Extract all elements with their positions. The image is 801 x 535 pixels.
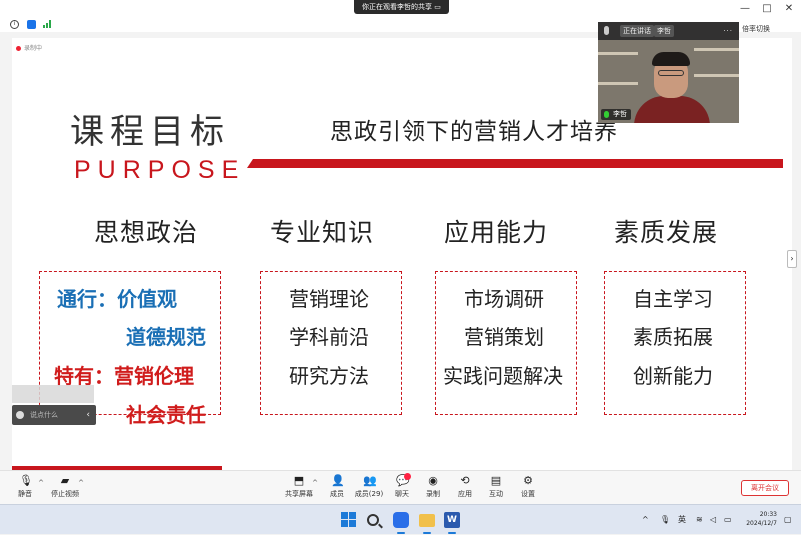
network-signal-icon[interactable] [43, 20, 51, 28]
chat-message-panel [12, 385, 94, 403]
camera-icon: ▰ [60, 474, 70, 487]
list-item: 市场调研 [464, 287, 544, 311]
file-explorer-icon[interactable] [419, 514, 435, 527]
emoji-icon[interactable] [16, 411, 24, 419]
speaking-status-button[interactable]: 正在讲话 [620, 25, 654, 37]
apps-button[interactable]: ⟲ 应用 [448, 475, 482, 499]
list-item: 通行：价值观 [57, 287, 177, 311]
speaker-icon[interactable]: ◁ [710, 505, 716, 535]
microphone-icon [604, 26, 609, 35]
list-item: 实践问题解决 [443, 364, 563, 388]
wifi-icon[interactable]: ≋ [696, 505, 703, 535]
share-screen-icon: ⬒ [293, 474, 305, 487]
chevron-right-icon[interactable]: › [787, 250, 797, 268]
info-icon[interactable]: i [10, 20, 19, 29]
close-button[interactable]: ✕ [782, 3, 796, 14]
list-item: 营销策划 [464, 325, 544, 349]
slide-title: 课程目标 [70, 112, 230, 152]
record-button[interactable]: ◉ 录制 [416, 475, 450, 499]
participants-icon: 👥 [363, 474, 377, 487]
record-icon: ◉ [428, 474, 438, 487]
video-tile-header: 正在讲话 李哲 ··· [598, 22, 739, 40]
maximize-button[interactable]: □ [760, 3, 774, 14]
windows-start-icon[interactable] [341, 512, 357, 528]
windows-taskbar: W ^ 🎙 英 ≋ ◁ ▭ 20:33 2024/12/7 ▢ [0, 504, 801, 534]
interact-icon: ▤ [490, 474, 502, 487]
title-divider-bar [247, 159, 783, 168]
input-method-indicator[interactable]: 英 [678, 505, 686, 535]
interact-button[interactable]: ▤ 互动 [479, 475, 513, 499]
list-item: 营销理论 [289, 287, 369, 311]
settings-button[interactable]: ⚙ 设置 [511, 475, 545, 499]
participants-button[interactable]: 👥 成员(29) [352, 475, 386, 499]
column-heading-quality: 素质发展 [614, 218, 719, 247]
word-app-icon[interactable]: W [444, 512, 460, 528]
goal-box-application: 市场调研 营销策划 实践问题解决 [435, 271, 577, 415]
column-heading-knowledge: 专业知识 [270, 218, 375, 247]
leave-meeting-button[interactable]: 离开会议 [741, 480, 789, 496]
tray-overflow-icon[interactable]: ^ [642, 505, 649, 535]
slide-title-english: PURPOSE [74, 156, 246, 184]
chat-input[interactable]: 说点什么 ‹ [12, 405, 96, 425]
meeting-toolbar: 🎙 静音 ^ ▰ 停止视频 ^ ⬒ 共享屏幕 ^ 👤 成员 👥 成员(29) 💬… [0, 470, 801, 504]
security-shield-icon[interactable] [27, 20, 36, 29]
goal-box-knowledge: 营销理论 学科前沿 研究方法 [260, 271, 402, 415]
chat-placeholder: 说点什么 [30, 411, 58, 419]
microphone-icon[interactable]: 🎙 [660, 505, 670, 535]
mute-button[interactable]: 🎙 静音 ^ [8, 474, 44, 499]
slide-subtitle: 思政引领下的营销人才培养 [330, 119, 618, 145]
more-options-icon[interactable]: ··· [723, 22, 733, 40]
list-item: 道德规范 [126, 325, 206, 349]
apps-icon: ⟲ [460, 474, 470, 487]
list-item: 素质拓展 [633, 325, 713, 349]
recording-indicator: 录制中 [16, 43, 42, 52]
microphone-icon: 🎙 [19, 474, 33, 487]
speaker-name-tag[interactable]: 李哲 [654, 25, 674, 37]
meeting-app-icon[interactable] [393, 512, 409, 528]
search-icon[interactable] [367, 514, 379, 526]
list-item: 创新能力 [633, 364, 713, 388]
stop-video-button[interactable]: ▰ 停止视频 ^ [48, 474, 84, 499]
notification-icon[interactable]: ▢ [784, 505, 792, 535]
minimize-button[interactable]: — [738, 3, 752, 14]
video-participant-name: 李哲 [601, 109, 631, 120]
list-item: 自主学习 [633, 287, 713, 311]
members-button[interactable]: 👤 成员 [320, 475, 354, 499]
list-item: 社会责任 [126, 403, 206, 427]
screen-share-banner[interactable]: 你正在观看李哲的共享 ▭ [354, 0, 449, 14]
gear-icon: ⚙ [523, 474, 533, 487]
battery-icon[interactable]: ▭ [724, 505, 732, 535]
speaker-video-tile[interactable]: 正在讲话 李哲 ··· 李哲 [598, 22, 739, 123]
share-screen-button[interactable]: ⬒ 共享屏幕 ^ [282, 474, 318, 499]
chevron-up-icon[interactable]: ^ [78, 479, 84, 487]
chat-button[interactable]: 💬 聊天 [385, 473, 419, 499]
chevron-left-icon[interactable]: ‹ [86, 405, 90, 425]
list-item: 学科前沿 [289, 325, 369, 349]
notification-badge [404, 473, 411, 480]
chevron-up-icon[interactable]: ^ [312, 479, 318, 487]
column-heading-application: 应用能力 [444, 218, 549, 247]
goal-box-quality: 自主学习 素质拓展 创新能力 [604, 271, 746, 415]
taskbar-clock[interactable]: 20:33 2024/12/7 [737, 510, 777, 528]
column-heading-ideology: 思想政治 [94, 218, 199, 247]
view-switch-dropdown[interactable]: 倍率切换 [742, 24, 770, 34]
list-item: 研究方法 [289, 364, 369, 388]
glasses [658, 70, 684, 76]
chevron-up-icon[interactable]: ^ [38, 479, 44, 487]
people-icon: 👤 [331, 474, 345, 487]
